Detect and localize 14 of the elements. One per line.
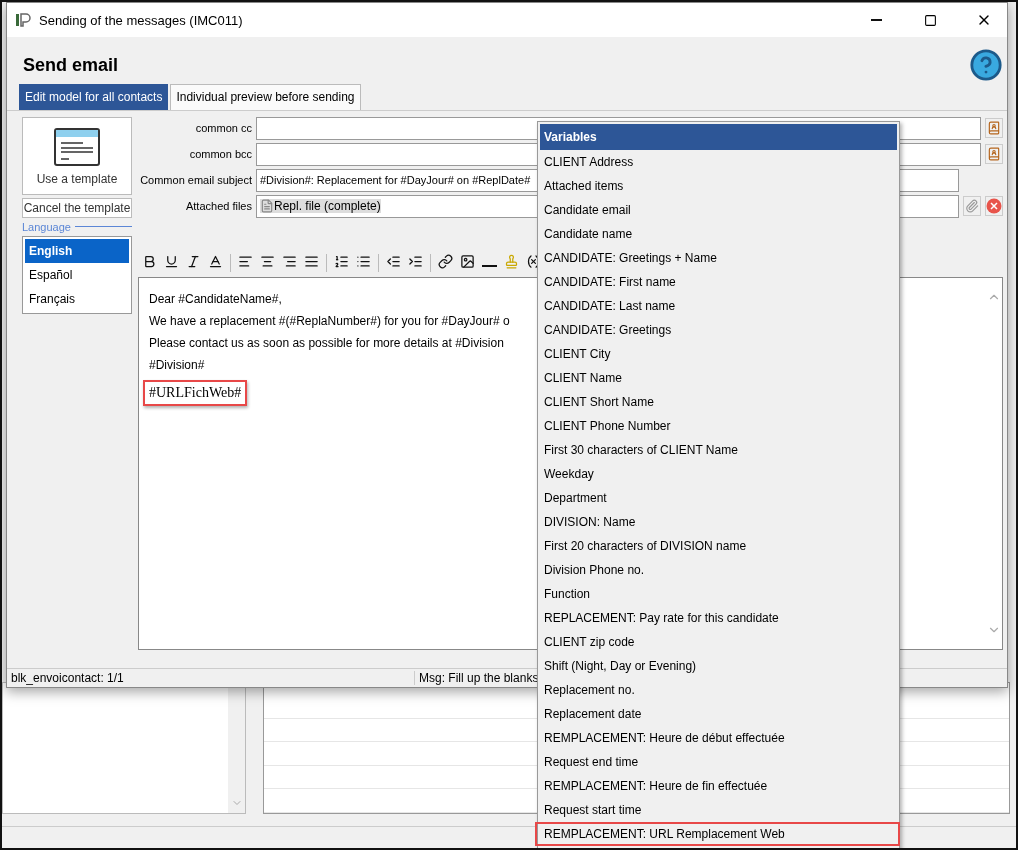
field-label: common cc [194, 122, 252, 135]
field-label: common bcc [188, 148, 252, 161]
message-line: #Division# [149, 357, 205, 372]
menu-title: Variables [540, 124, 897, 150]
window-title: Sending of the messages (IMC011) [39, 12, 244, 28]
message-line: Please contact us as soon as possible for more details at #Division [149, 335, 504, 350]
field-label: Attached files [184, 200, 252, 213]
message-line: Dear #CandidateName#, [149, 291, 282, 306]
language-legend: Language [22, 220, 71, 233]
field-label: Common email subject [139, 174, 252, 187]
record-status: blk_envoicontact: 1/1 [7, 670, 415, 685]
message-status: Msg: Fill up the blanks [418, 670, 540, 685]
page-heading: Send email [23, 54, 119, 76]
message-line: We have a replacement #(#ReplaNumber#) for you for #DayJour# o [149, 313, 510, 328]
